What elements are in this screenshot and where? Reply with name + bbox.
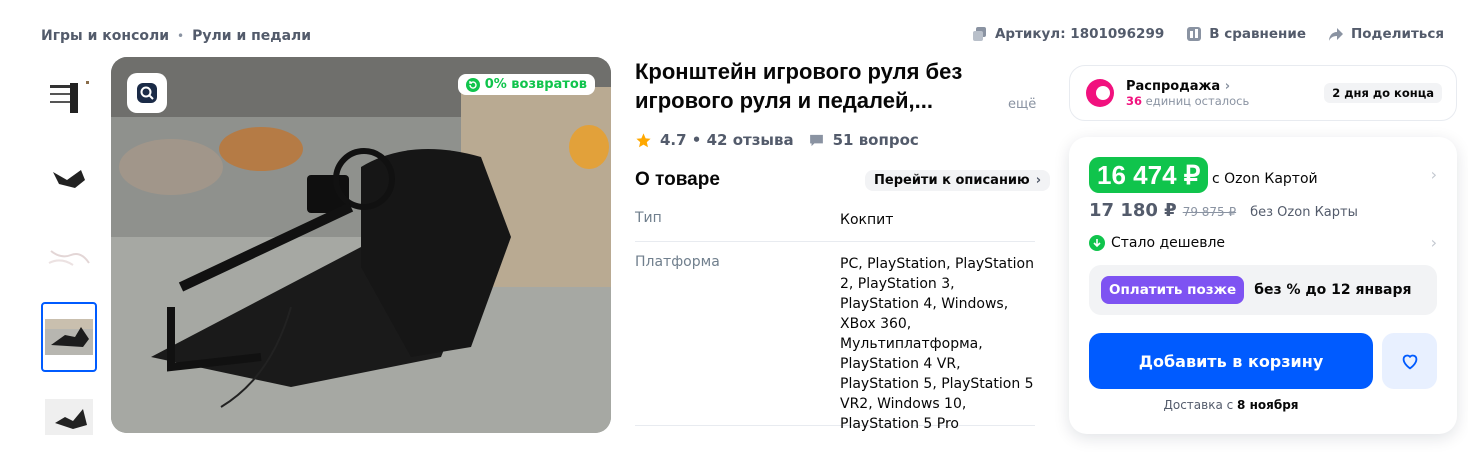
sale-title: Распродажа — [1126, 78, 1221, 94]
chevron-right-icon[interactable]: › — [1431, 165, 1437, 184]
spec-value: PC, PlayStation, PlayStation 2, PlayStat… — [840, 256, 1034, 432]
card-price: 16 474 ₽ — [1089, 157, 1209, 193]
product-title-line1: Кронштейн игрового руля без — [635, 59, 963, 84]
rating-row[interactable]: 4.7 • 42 отзыва 51 вопрос — [635, 131, 919, 149]
regular-price: 17 180 ₽ — [1089, 200, 1177, 221]
thumbnail-4[interactable] — [41, 302, 97, 372]
article-text: Артикул: 1801096299 — [994, 26, 1165, 42]
copy-icon — [972, 27, 986, 41]
delivery-info: Доставка с 8 ноября — [1089, 398, 1373, 412]
regular-price-label: без Ozon Карты — [1250, 205, 1358, 220]
thumbnail-1[interactable] — [41, 62, 97, 132]
breadcrumb-games[interactable]: Игры и консоли — [41, 28, 169, 44]
returns-badge: 0% возвратов — [457, 74, 595, 95]
price-drop-row[interactable]: Стало дешевле — [1089, 235, 1225, 251]
breadcrumb-separator: • — [177, 29, 185, 43]
star-icon — [636, 132, 651, 147]
thumb-image-icon — [53, 170, 85, 188]
chevron-right-icon: › — [1035, 173, 1042, 188]
price-card: 16 474 ₽ с Ozon Картой › 17 180 ₽ 79 875… — [1069, 137, 1457, 434]
spec-value: Кокпит — [840, 212, 894, 228]
top-actions: Артикул: 1801096299 В сравнение Поделить… — [972, 26, 1444, 42]
article-copy[interactable]: Артикул: 1801096299 — [972, 26, 1164, 42]
sale-count: 36 — [1126, 93, 1143, 108]
sale-banner[interactable]: Распродажа › 36 единиц осталось 2 дня до… — [1069, 65, 1457, 121]
thumbnail-2[interactable] — [41, 142, 97, 212]
spec-row-platform: Платформа PC, PlayStation, PlayStation 2… — [635, 254, 1035, 432]
share-icon — [1328, 28, 1343, 41]
compare-icon — [1187, 27, 1202, 41]
product-title: Кронштейн игрового руля без игрового рул… — [635, 57, 1015, 115]
share-label: Поделиться — [1350, 26, 1444, 42]
compare-label: В сравнение — [1209, 26, 1306, 42]
thumbnail-5[interactable] — [41, 382, 97, 452]
thumb-image-icon — [45, 399, 93, 435]
image-search-button[interactable] — [127, 73, 167, 113]
breadcrumb: Игры и консоли • Рули и педали — [41, 28, 311, 44]
add-to-cart-button[interactable]: Добавить в корзину — [1089, 333, 1373, 389]
favorite-button[interactable] — [1382, 333, 1437, 389]
price-down-icon — [1089, 235, 1105, 251]
thumb-image-icon — [48, 250, 90, 266]
heart-icon — [1402, 354, 1417, 370]
cockpit-photo-illustration — [111, 57, 611, 433]
old-price: 79 875 ₽ — [1182, 205, 1237, 219]
breadcrumb-wheels[interactable]: Рули и педали — [192, 28, 311, 44]
chevron-right-icon[interactable]: › — [1431, 233, 1437, 252]
main-product-photo[interactable]: 0% возвратов — [111, 57, 611, 433]
share-button[interactable]: Поделиться — [1328, 26, 1444, 42]
thumb-image-icon — [45, 319, 93, 355]
questions-text: 51 вопрос — [832, 131, 919, 149]
pay-later-text: без % до 12 января — [1254, 282, 1412, 298]
price-drop-label: Стало дешевле — [1111, 235, 1226, 251]
sale-left-text: единиц осталось — [1142, 93, 1250, 108]
card-price-label: с Ozon Картой — [1212, 171, 1318, 187]
spec-row-type: Тип Кокпит — [635, 210, 1035, 242]
regular-price-row: 17 180 ₽ 79 875 ₽ без Ozon Карты — [1089, 200, 1358, 221]
spec-key: Платформа — [635, 254, 720, 270]
returns-label: 0% возвратов — [484, 77, 587, 92]
pay-later-button[interactable]: Оплатить позже — [1101, 276, 1245, 304]
returns-icon — [465, 77, 480, 92]
spec-key: Тип — [635, 210, 662, 226]
delivery-prefix: Доставка с — [1163, 398, 1238, 412]
title-more-link[interactable]: ещё — [1008, 97, 1036, 112]
chevron-right-icon: › — [1220, 78, 1231, 94]
delivery-date: 8 ноября — [1237, 398, 1299, 412]
thumbnail-3[interactable] — [41, 222, 97, 292]
pay-later-block[interactable]: Оплатить позже без % до 12 января — [1089, 265, 1437, 315]
about-heading: О товаре — [635, 169, 720, 190]
sale-logo-icon — [1086, 79, 1114, 107]
goto-label: Перейти к описанию — [874, 173, 1030, 188]
compare-button[interactable]: В сравнение — [1186, 26, 1306, 42]
sale-days-badge: 2 дня до конца — [1324, 83, 1442, 103]
rating-text: 4.7 • 42 отзыва — [660, 131, 794, 149]
thumbnail-list — [41, 62, 97, 462]
product-title-line2: игрового руля и педалей,... — [635, 88, 933, 113]
goto-description-button[interactable]: Перейти к описанию › — [865, 170, 1051, 191]
questions-icon — [809, 134, 823, 146]
image-search-icon — [137, 83, 157, 103]
thumb-image-icon — [50, 81, 89, 113]
